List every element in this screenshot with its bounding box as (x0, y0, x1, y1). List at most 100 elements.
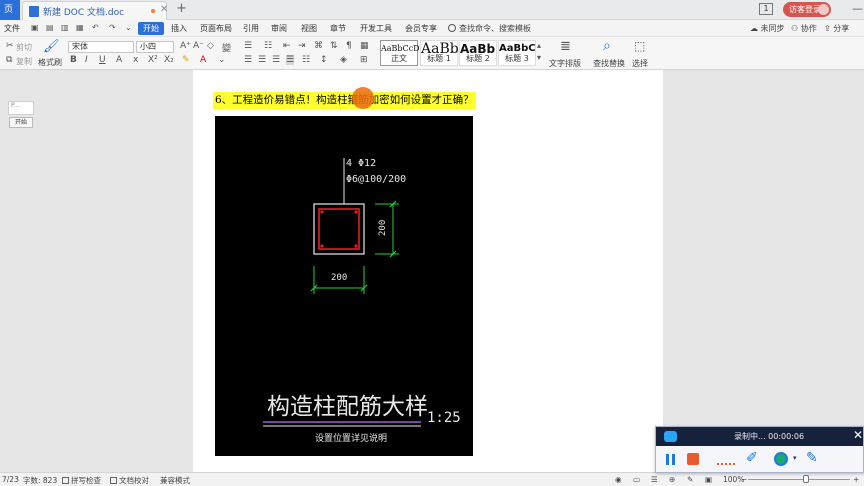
borders-icon[interactable]: ⊞ (360, 55, 368, 65)
menu-file[interactable]: 文件 (4, 23, 20, 34)
distribute-icon[interactable]: ☷ (302, 55, 310, 65)
find-replace-icon[interactable]: ⌕ (603, 38, 611, 54)
spell-check-toggle[interactable]: 拼写检查 (62, 475, 101, 486)
table-icon[interactable]: ▦ (360, 41, 369, 51)
navigation-thumbnail[interactable]: P... (8, 101, 34, 115)
increase-indent-icon[interactable]: ⇥ (298, 41, 306, 51)
new-tab-button[interactable]: + (176, 1, 187, 16)
command-search[interactable]: 查找命令、搜索模板 (448, 22, 538, 35)
menu-page-layout[interactable]: 页面布局 (200, 23, 232, 34)
justify-icon[interactable]: ☰ (286, 55, 295, 65)
word-count[interactable]: 字数: 823 (23, 475, 57, 486)
underline-icon[interactable]: U (99, 55, 106, 65)
document-heading[interactable]: 6、工程造价易错点！构造柱箍筋加密如何设置才正确？ (213, 92, 476, 109)
chinese-layout-icon[interactable]: ⌘ (314, 41, 323, 51)
camera-icon[interactable] (774, 452, 788, 466)
copy-icon[interactable]: ⧉ (6, 55, 12, 65)
document-page[interactable]: 6、工程造价易错点！构造柱箍筋加密如何设置才正确？ 4 Φ12 Φ6@100/2… (193, 70, 663, 472)
align-center-icon[interactable]: ☰ (258, 55, 266, 65)
zoom-slider-handle[interactable] (803, 475, 809, 483)
minimize-button[interactable]: — (852, 2, 863, 15)
paragraph-mark-icon[interactable]: ¶ (346, 41, 352, 51)
home-tab[interactable]: 页 (0, 0, 20, 20)
sync-status[interactable]: ☁ 未同步 (750, 23, 785, 34)
document-tab[interactable]: 新建 DOC 文档.doc ✕ (22, 1, 168, 20)
line-spacing-icon[interactable]: ↕ (320, 55, 328, 65)
pause-icon[interactable] (666, 454, 676, 465)
cad-drawing-image[interactable]: 4 Φ12 Φ6@100/200 200 200 构造柱配筋大样 1:25 设置… (215, 116, 473, 456)
chevron-down-icon[interactable]: ⌄ (125, 23, 132, 32)
audio-level-icon[interactable] (717, 463, 735, 465)
style-heading-2[interactable]: AaBb( 标题 2 (459, 40, 497, 66)
view-page-icon[interactable]: ▭ (633, 475, 640, 484)
menu-start[interactable]: 开始 (138, 22, 164, 35)
select-icon[interactable]: ⬚ (634, 39, 645, 53)
view-read-icon[interactable]: ▣ (705, 475, 712, 484)
select-button[interactable]: 选择 (632, 58, 648, 69)
font-color-icon[interactable]: A (200, 55, 206, 65)
strikethrough-icon[interactable]: x (133, 55, 138, 65)
find-replace-button[interactable]: 查找替换 (593, 58, 625, 69)
eye-protect-icon[interactable]: ◉ (615, 475, 622, 484)
align-right-icon[interactable]: ☰ (272, 55, 280, 65)
menu-reference[interactable]: 引用 (243, 23, 259, 34)
save-icon[interactable]: ▣ (31, 23, 39, 32)
undo-icon[interactable]: ↶ (92, 23, 99, 32)
font-size-select[interactable]: 小四 (136, 41, 174, 53)
navigation-start-button[interactable]: 开始 (9, 117, 33, 128)
annotate-pen-icon[interactable]: ✐ (746, 450, 758, 466)
highlight-icon[interactable]: ✎ (182, 55, 190, 65)
superscript-icon[interactable]: X² (148, 55, 158, 65)
sort-icon[interactable]: ⇅ (330, 41, 338, 51)
zoom-slider-track[interactable] (748, 479, 850, 480)
decrease-indent-icon[interactable]: ⇤ (283, 41, 291, 51)
numbered-list-icon[interactable]: ☷ (264, 41, 272, 51)
zoom-out-button[interactable]: − (741, 475, 747, 484)
menu-review[interactable]: 审阅 (271, 23, 287, 34)
page-indicator[interactable]: 7/23 (2, 475, 19, 484)
stop-icon[interactable] (687, 453, 699, 465)
brush-icon[interactable]: ✎ (806, 450, 818, 466)
preview-icon[interactable]: ▦ (76, 23, 84, 32)
screen-recorder-widget[interactable]: 录制中... 00:00:06 ✕ ✐ ▾ ✎ (655, 426, 864, 473)
menu-chapter[interactable]: 章节 (330, 23, 346, 34)
print-icon[interactable]: ▥ (61, 23, 69, 32)
recorder-header[interactable]: 录制中... 00:00:06 ✕ (656, 427, 863, 446)
window-count-badge[interactable]: 1 (759, 3, 773, 15)
phonetic-icon[interactable]: 變 (222, 41, 231, 54)
tab-close-icon[interactable]: ✕ (160, 4, 168, 15)
view-outline-icon[interactable]: ✎ (687, 475, 693, 484)
shading-icon[interactable]: ◈ (340, 55, 347, 65)
format-painter-button[interactable]: 格式刷 (38, 57, 62, 68)
cut-icon[interactable]: ✂ (6, 41, 14, 51)
view-list-icon[interactable]: ☰ (651, 475, 658, 484)
styles-more-icon[interactable]: ▾ (537, 53, 541, 62)
font-effect-icon[interactable]: A (116, 55, 122, 65)
cut-label[interactable]: 剪切 (16, 42, 32, 53)
menu-insert[interactable]: 插入 (171, 23, 187, 34)
format-painter-icon[interactable]: 🖌 (43, 39, 60, 54)
text-layout-button[interactable]: 文字排版 (549, 58, 581, 69)
grow-font-icon[interactable]: A⁺ (180, 41, 191, 51)
char-border-icon[interactable]: ⌄ (218, 55, 226, 65)
style-heading-3[interactable]: AaBbC( 标题 3 (498, 40, 536, 66)
style-normal[interactable]: AaBbCcDd 正文 (380, 40, 425, 66)
text-layout-icon[interactable]: ≣ (560, 39, 571, 54)
document-workspace[interactable]: P... 开始 6、工程造价易错点！构造柱箍筋加密如何设置才正确？ 4 Φ12 … (0, 70, 864, 472)
guest-login-button[interactable]: 访客登录 (783, 2, 831, 17)
doc-proof-toggle[interactable]: 文档校对 (110, 475, 149, 486)
font-name-select[interactable]: 宋体 (68, 41, 134, 53)
chevron-down-icon[interactable]: ▾ (793, 454, 797, 462)
redo-icon[interactable]: ↷ (109, 23, 116, 32)
view-web-icon[interactable]: ⊕ (669, 475, 675, 484)
menu-member[interactable]: 会员专享 (405, 23, 437, 34)
shrink-font-icon[interactable]: A⁻ (193, 41, 204, 51)
zoom-in-button[interactable]: + (853, 475, 859, 484)
subscript-icon[interactable]: X₂ (164, 55, 174, 65)
recorder-close-button[interactable]: ✕ (853, 428, 863, 442)
align-left-icon[interactable]: ☰ (244, 55, 252, 65)
open-folder-icon[interactable]: ▤ (46, 23, 54, 32)
style-heading-1[interactable]: AaBb 标题 1 (420, 40, 459, 66)
copy-label[interactable]: 复制 (16, 56, 32, 67)
clear-format-icon[interactable]: ◇ (207, 41, 214, 51)
